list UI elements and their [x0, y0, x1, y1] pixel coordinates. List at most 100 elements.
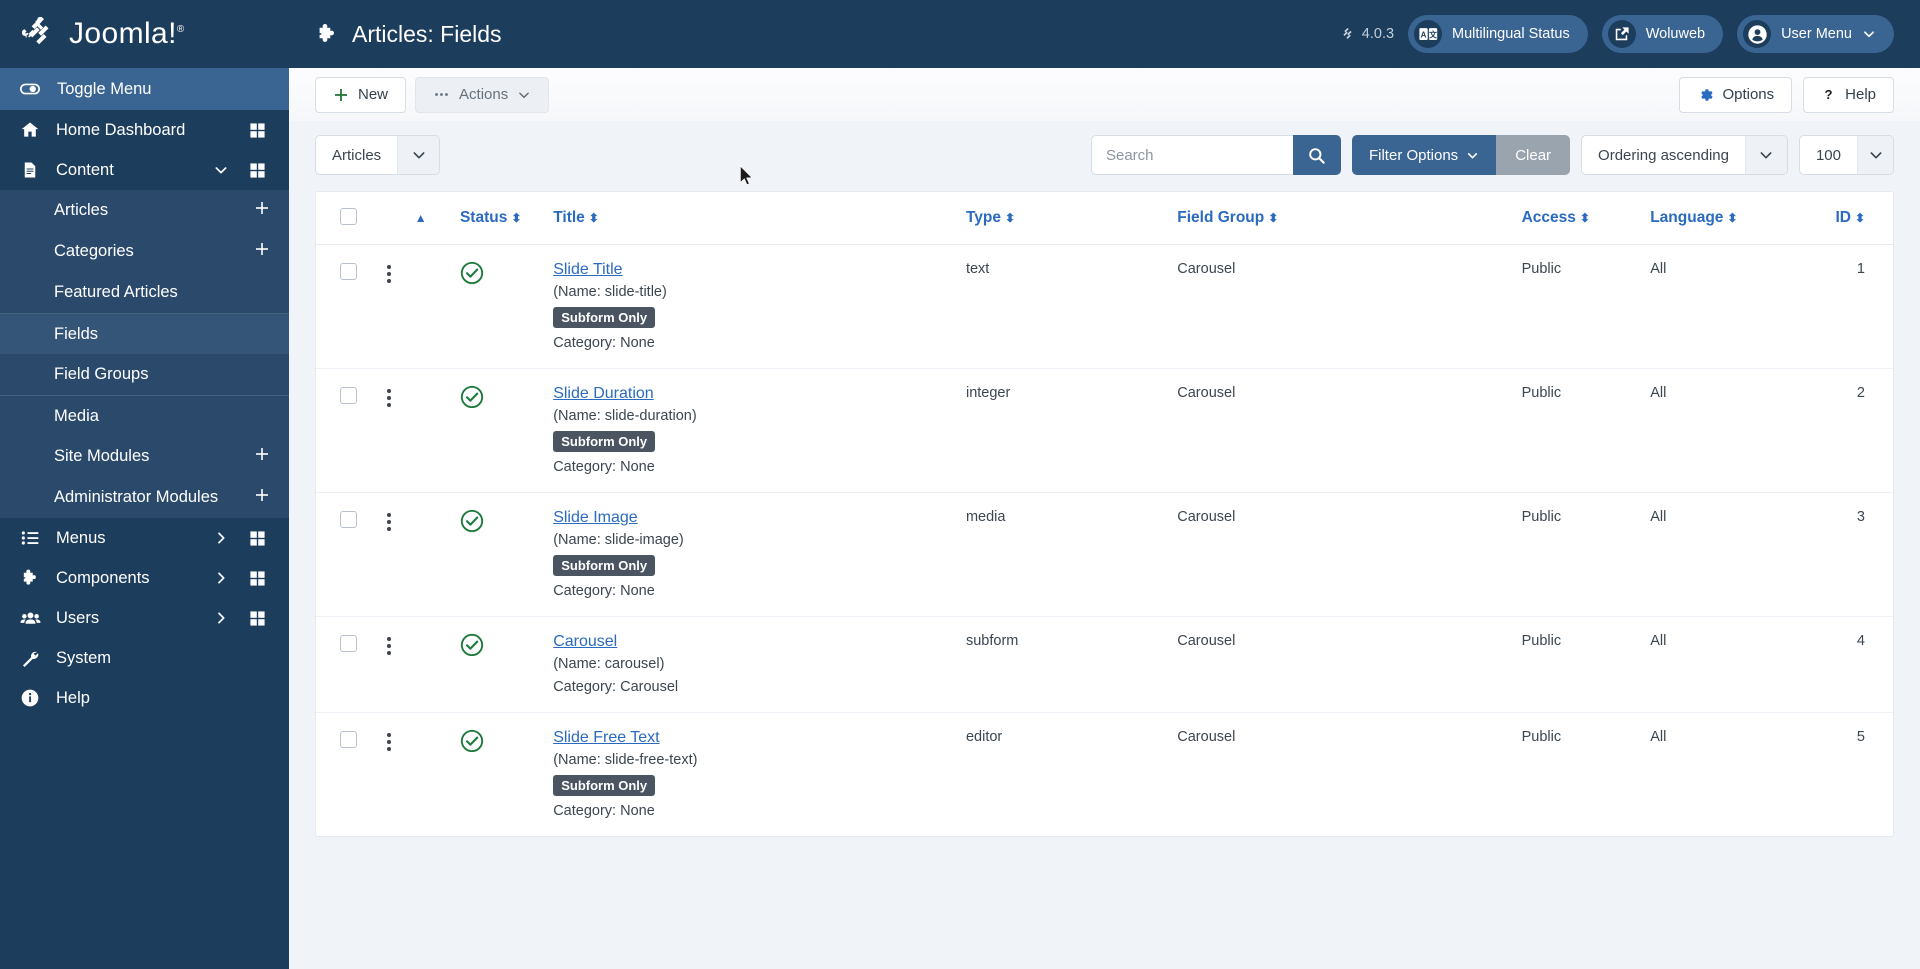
field-title-link[interactable]: Slide Title [553, 261, 622, 279]
sidebar-subitem-label: Media [54, 406, 99, 425]
row-checkbox[interactable] [340, 511, 357, 528]
help-button-label: Help [1845, 86, 1876, 103]
components-grid-button[interactable] [244, 565, 270, 591]
row-actions-button[interactable] [364, 385, 415, 407]
select-all-checkbox[interactable] [340, 208, 357, 225]
column-header-status-label: Status [459, 209, 508, 226]
row-checkbox[interactable] [340, 731, 357, 748]
content-grid-button[interactable] [244, 157, 270, 183]
context-select[interactable]: Articles [315, 135, 441, 175]
row-checkbox[interactable] [340, 263, 357, 280]
field-access-value: Public [1521, 261, 1562, 277]
sidebar-item-label: Content [56, 160, 114, 179]
status-published-icon[interactable] [460, 509, 484, 533]
field-title-link[interactable]: Slide Image [553, 509, 638, 527]
row-actions-button[interactable] [364, 729, 415, 751]
field-name-line: (Name: slide-image) [553, 532, 684, 548]
menus-grid-button[interactable] [244, 525, 270, 551]
field-group-value: Carousel [1177, 261, 1236, 277]
row-checkbox[interactable] [340, 387, 357, 404]
sidebar-item-home-dashboard[interactable]: Home Dashboard [0, 110, 289, 150]
sidebar-item-media[interactable]: Media [0, 395, 289, 436]
sidebar-item-menus[interactable]: Menus [0, 518, 289, 558]
main-area: Articles: Fields 4.0.3 A 文 Multilingual … [289, 0, 1920, 969]
column-header-field-group[interactable]: Field Group ⬍ [1177, 192, 1522, 245]
joomla-version: 4.0.3 [1340, 26, 1394, 42]
home-icon [19, 119, 41, 141]
clear-filters-button[interactable]: Clear [1496, 135, 1571, 175]
site-preview-button[interactable]: Woluweb [1601, 15, 1724, 53]
field-id-value: 1 [1856, 261, 1865, 277]
filter-clear-group: Filter Options Clear [1351, 135, 1571, 175]
chevron-right-icon[interactable] [213, 530, 229, 546]
table-row[interactable]: Slide Image (Name: slide-image) Subform … [316, 492, 1893, 617]
sidebar-item-fields[interactable]: Fields [0, 313, 289, 354]
sidebar-item-field-groups[interactable]: Field Groups [0, 354, 289, 395]
toggle-menu-button[interactable]: Toggle Menu [0, 68, 289, 110]
filter-options-button[interactable]: Filter Options [1351, 135, 1497, 175]
user-menu-button[interactable]: User Menu [1737, 15, 1894, 53]
status-published-icon[interactable] [460, 729, 484, 753]
column-header-title[interactable]: Title ⬍ [553, 192, 966, 245]
add-site-module-button[interactable] [254, 446, 270, 467]
add-category-button[interactable] [254, 241, 270, 262]
row-actions-button[interactable] [364, 633, 415, 655]
search-icon [1309, 147, 1326, 164]
sidebar-item-users[interactable]: Users [0, 598, 289, 638]
row-actions-button[interactable] [364, 261, 415, 283]
status-published-icon[interactable] [460, 633, 484, 657]
search-button[interactable] [1292, 135, 1341, 175]
actions-button[interactable]: Actions [415, 76, 550, 113]
sidebar-item-site-modules[interactable]: Site Modules [0, 436, 289, 477]
add-article-button[interactable] [254, 200, 270, 221]
field-title-link[interactable]: Slide Free Text [553, 729, 659, 747]
ordering-select[interactable]: Ordering ascending [1581, 135, 1788, 175]
field-language-value: All [1650, 509, 1667, 525]
row-actions-button[interactable] [364, 509, 415, 531]
chevron-down-icon[interactable] [213, 162, 229, 178]
users-grid-button[interactable] [244, 605, 270, 631]
status-published-icon[interactable] [460, 261, 484, 285]
column-header-language[interactable]: Language ⬍ [1650, 192, 1814, 245]
sidebar-item-system[interactable]: System [0, 638, 289, 678]
column-header-access[interactable]: Access ⬍ [1521, 192, 1651, 245]
column-header-status[interactable]: Status ⬍ [459, 192, 554, 245]
sidebar-item-help[interactable]: Help [0, 678, 289, 718]
chevron-right-icon[interactable] [213, 570, 229, 586]
help-button[interactable]: ? Help [1803, 76, 1894, 113]
field-group-value: Carousel [1177, 729, 1236, 745]
sidebar-item-categories[interactable]: Categories [0, 231, 289, 272]
column-header-ordering[interactable]: ▲ [414, 192, 460, 245]
options-button[interactable]: Options [1679, 76, 1793, 113]
table-row[interactable]: Slide Duration (Name: slide-duration) Su… [316, 368, 1893, 493]
page-header: Articles: Fields 4.0.3 A 文 Multilingual … [289, 0, 1920, 68]
ordering-select-value: Ordering ascending [1598, 146, 1729, 164]
sidebar-item-components[interactable]: Components [0, 558, 289, 598]
field-title-link[interactable]: Slide Duration [553, 385, 654, 403]
chevron-right-icon[interactable] [213, 610, 229, 626]
column-header-type[interactable]: Type ⬍ [965, 192, 1178, 245]
sidebar-item-administrator-modules[interactable]: Administrator Modules [0, 477, 289, 518]
table-row[interactable]: Slide Title (Name: slide-title) Subform … [316, 244, 1893, 369]
home-dashboard-grid-button[interactable] [244, 117, 270, 143]
sidebar-item-label: System [56, 648, 112, 667]
table-row[interactable]: Carousel (Name: carousel) Category: Caro… [316, 616, 1893, 713]
sidebar-item-featured-articles[interactable]: Featured Articles [0, 272, 289, 313]
field-title-link[interactable]: Carousel [553, 633, 617, 651]
search-input[interactable] [1090, 135, 1293, 175]
status-published-icon[interactable] [460, 385, 484, 409]
field-language-value: All [1650, 633, 1667, 649]
table-row[interactable]: Slide Free Text (Name: slide-free-text) … [316, 713, 1893, 837]
sidebar-item-content[interactable]: Content [0, 150, 289, 190]
sidebar-item-articles[interactable]: Articles [0, 190, 289, 231]
new-button[interactable]: New [315, 76, 407, 113]
column-header-id[interactable]: ID ⬍ [1813, 192, 1893, 245]
column-header-type-label: Type [965, 209, 1001, 226]
multilingual-status-button[interactable]: A 文 Multilingual Status [1408, 15, 1588, 53]
add-administrator-module-button[interactable] [254, 487, 270, 508]
row-checkbox[interactable] [340, 635, 357, 652]
limit-select[interactable]: 100 [1798, 135, 1894, 175]
brand-logo-area[interactable]: Joomla!® [0, 0, 289, 68]
column-header-select-all[interactable] [316, 192, 364, 245]
filter-options-label: Filter Options [1368, 146, 1459, 164]
